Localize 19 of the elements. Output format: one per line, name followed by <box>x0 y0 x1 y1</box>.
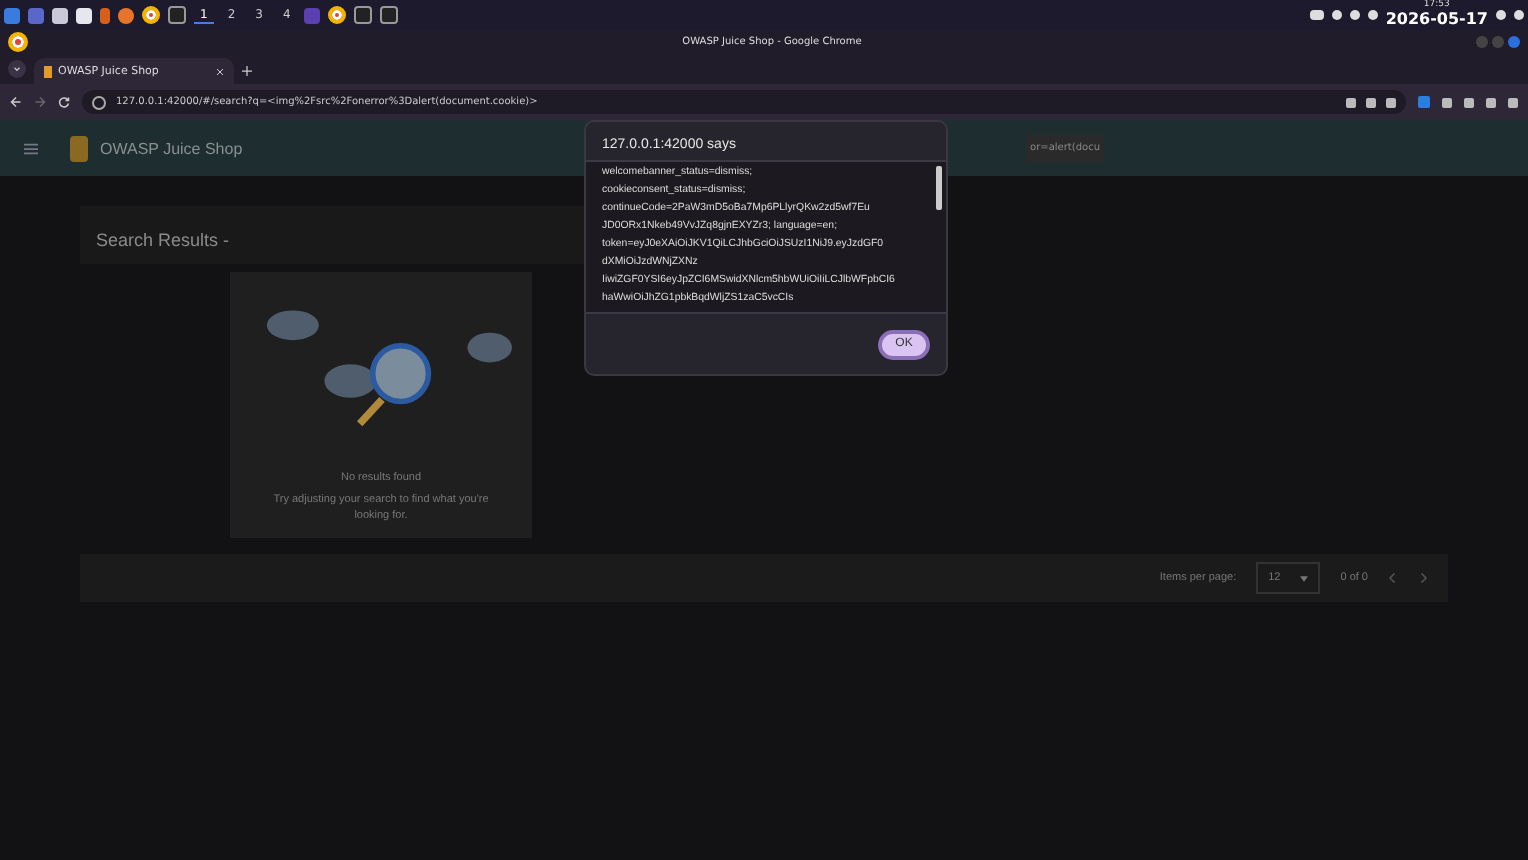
chrome-icon[interactable] <box>142 6 160 24</box>
chrome-icon <box>8 32 28 52</box>
app-title[interactable]: OWASP Juice Shop <box>100 139 243 157</box>
results-heading: Search Results - <box>96 230 230 250</box>
caret-icon <box>12 64 22 74</box>
reload-icon[interactable] <box>58 96 70 108</box>
terminal-icon[interactable] <box>380 6 399 24</box>
terminal-icon[interactable] <box>168 6 186 24</box>
caret-icon <box>1300 575 1309 581</box>
chrome-icon[interactable] <box>328 6 347 24</box>
new-tab-button[interactable] <box>242 66 252 76</box>
clock-date: 2026-05-17 <box>1385 12 1488 30</box>
scrollbar-thumb[interactable] <box>936 166 942 210</box>
back-icon[interactable] <box>10 96 22 108</box>
tab-search-button[interactable] <box>8 60 26 78</box>
info-icon <box>92 95 106 109</box>
close-icon[interactable] <box>216 67 224 75</box>
close-button[interactable] <box>1508 36 1520 48</box>
launcher-icon[interactable] <box>4 7 20 23</box>
